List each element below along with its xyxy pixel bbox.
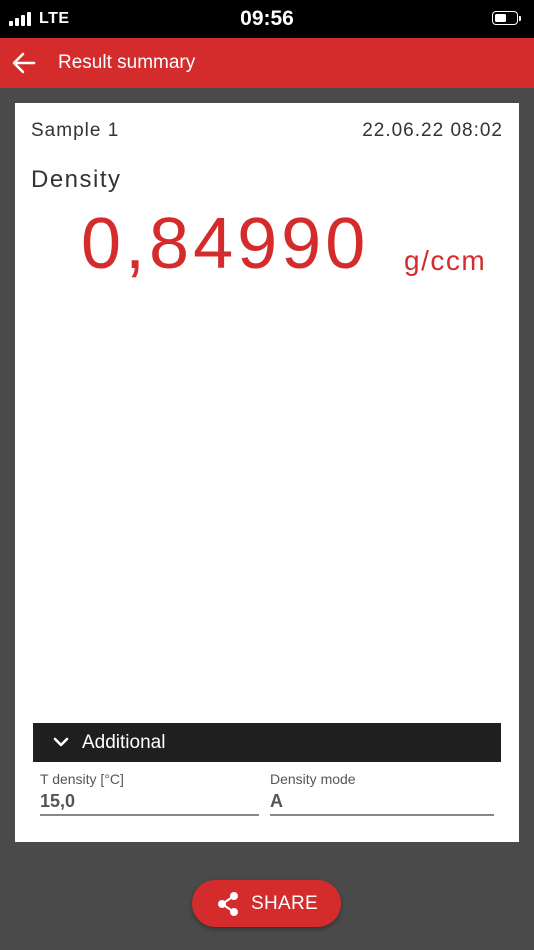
result-card: Sample 1 22.06.22 08:02 Density 0,84990 … xyxy=(15,103,519,842)
t-density-field: T density [°C] 15,0 xyxy=(40,771,259,816)
share-icon xyxy=(218,892,238,916)
additional-section-label: Additional xyxy=(82,732,166,753)
back-button[interactable] xyxy=(10,50,38,76)
density-mode-field: Density mode A xyxy=(270,771,494,816)
density-mode-label: Density mode xyxy=(270,771,356,787)
density-mode-underline xyxy=(270,814,494,816)
share-label: SHARE xyxy=(251,893,318,914)
additional-section-toggle[interactable]: Additional xyxy=(33,723,501,762)
status-time: 09:56 xyxy=(240,7,294,30)
measurement-label: Density xyxy=(31,166,122,193)
arrow-left-icon xyxy=(12,52,36,74)
t-density-label: T density [°C] xyxy=(40,771,124,787)
measurement-timestamp: 22.06.22 08:02 xyxy=(362,120,503,141)
page-title: Result summary xyxy=(58,52,196,73)
density-mode-value: A xyxy=(270,791,283,811)
share-button[interactable]: SHARE xyxy=(192,880,341,927)
battery-icon xyxy=(492,11,521,27)
t-density-underline xyxy=(40,814,259,816)
density-unit: g/ccm xyxy=(404,245,487,276)
status-bar: LTE 09:56 xyxy=(0,0,534,38)
app-bar: Result summary xyxy=(0,38,534,88)
chevron-down-icon xyxy=(53,737,69,747)
density-value: 0,84990 xyxy=(81,204,370,284)
t-density-value: 15,0 xyxy=(40,791,76,811)
sample-name: Sample 1 xyxy=(31,120,120,141)
